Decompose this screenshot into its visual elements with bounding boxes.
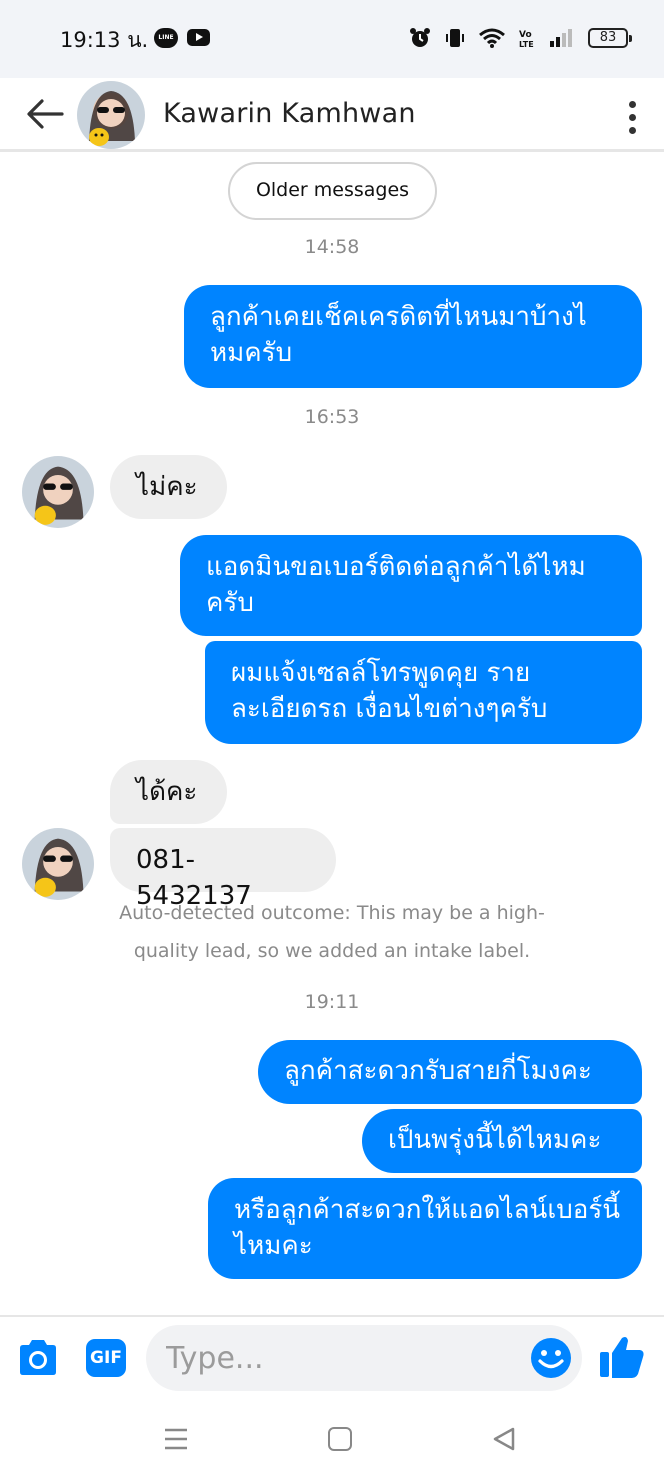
outgoing-message[interactable]: ลูกค้าสะดวกรับสายกี่โมงคะ (258, 1040, 642, 1104)
system-nav-bar (0, 1405, 664, 1480)
auto-detected-note: quality lead, so we added an intake labe… (133, 940, 531, 962)
outgoing-message[interactable]: เป็นพรุ่งนี้ได้ไหมคะ (362, 1109, 642, 1173)
sender-avatar[interactable] (22, 828, 94, 900)
alarm-icon (410, 28, 430, 47)
vibrate-icon (446, 29, 464, 47)
line-icon: LINE (154, 28, 178, 48)
older-messages-button[interactable]: Older messages (228, 162, 437, 220)
outgoing-message[interactable]: แอดมินขอเบอร์ติดต่อลูกค้าได้ไหม ครับ (180, 535, 642, 636)
contact-name: Kawarin Kamhwan (163, 98, 416, 129)
home-icon[interactable] (328, 1427, 352, 1451)
signal-icon (550, 29, 572, 47)
camera-icon[interactable] (16, 1336, 60, 1380)
more-vertical-icon[interactable] (620, 98, 644, 134)
incoming-message[interactable]: ไม่คะ (110, 455, 227, 519)
wifi-icon (479, 28, 505, 48)
svg-text:Vo: Vo (519, 30, 532, 40)
message-composer: GIF (0, 1315, 664, 1405)
outgoing-message[interactable]: ลูกค้าเคยเช็คเครดิตที่ไหนมาบ้างไ หมครับ (184, 285, 642, 388)
timestamp: 19:11 (304, 991, 360, 1013)
message-input-wrapper (146, 1325, 582, 1391)
battery-icon: 83 (588, 28, 632, 48)
volte-icon: Vo LTE (519, 30, 534, 49)
status-bar: 19:13 น. LINE Vo LTE 83 (0, 0, 664, 78)
conversation-header: Kawarin Kamhwan (0, 78, 664, 152)
outgoing-message[interactable]: หรือลูกค้าสะดวกให้แอดไลน์เบอร์นี้ไหมคะ (208, 1178, 642, 1279)
message-input[interactable] (166, 1337, 506, 1379)
timestamp: 16:53 (304, 406, 360, 428)
youtube-icon (187, 29, 210, 46)
recent-apps-icon[interactable] (162, 1425, 190, 1453)
status-time: 19:13 น. (60, 28, 149, 52)
gif-button[interactable]: GIF (86, 1339, 126, 1377)
thumbs-up-icon[interactable] (598, 1332, 646, 1380)
contact-avatar[interactable] (77, 81, 145, 149)
incoming-message[interactable]: ได้คะ (110, 760, 227, 824)
timestamp: 14:58 (304, 236, 360, 258)
outgoing-message[interactable]: ผมแจ้งเซลล์โทรพูดคุย รายละเอียดรถ เงื่อน… (205, 641, 642, 744)
emoji-icon[interactable] (529, 1336, 573, 1380)
incoming-message[interactable]: 081-5432137 (110, 828, 336, 911)
back-icon[interactable] (490, 1425, 518, 1453)
auto-detected-note: Auto-detected outcome: This may be a hig… (119, 902, 545, 924)
back-arrow-icon[interactable] (22, 94, 66, 134)
sender-avatar[interactable] (22, 456, 94, 528)
svg-text:LTE: LTE (519, 40, 534, 49)
